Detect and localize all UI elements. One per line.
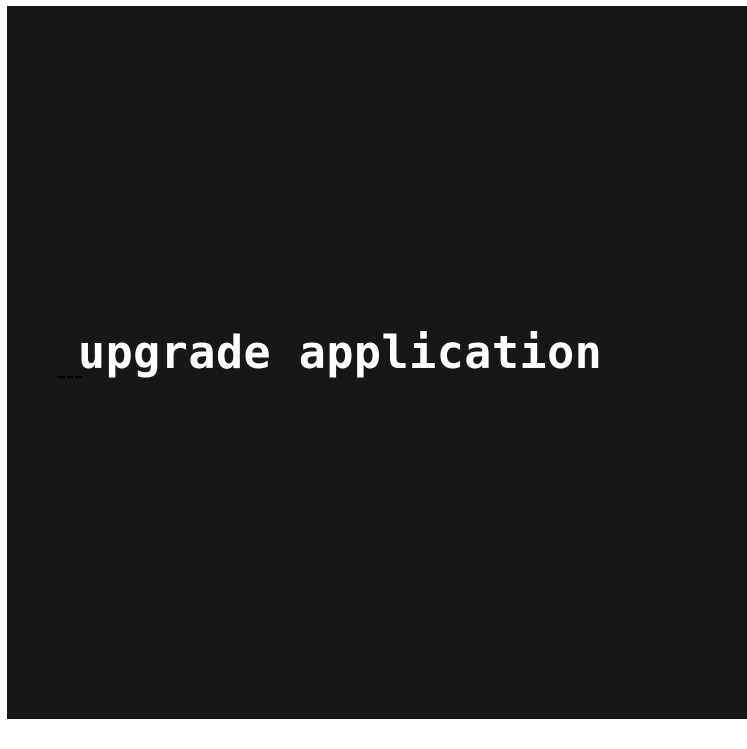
screenshot-frame: upgrade application: [0, 0, 747, 749]
upgrade-application-text: upgrade application: [78, 326, 603, 379]
text-cursor-mark: [57, 376, 83, 379]
dark-screen: upgrade application: [7, 6, 747, 719]
